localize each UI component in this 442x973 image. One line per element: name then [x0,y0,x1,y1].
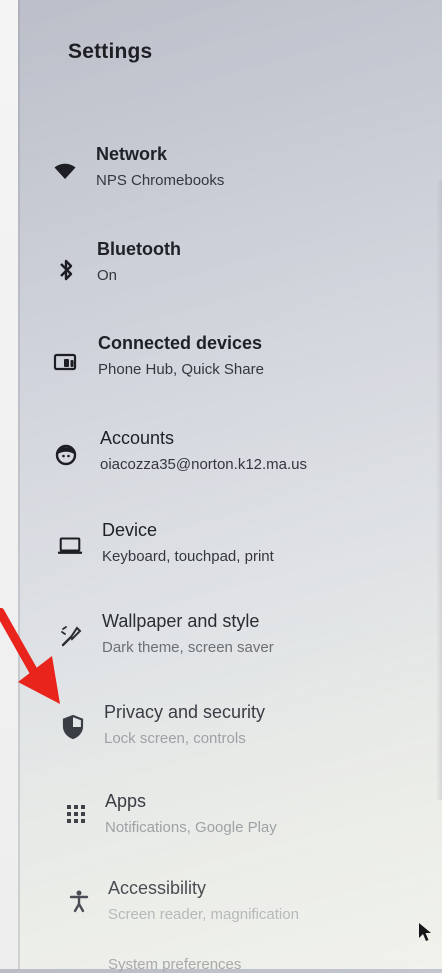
item-label: Connected devices [98,333,263,353]
item-sublabel: NPS Chromebooks [96,172,225,189]
item-label: Bluetooth [97,239,181,259]
settings-item-accounts[interactable]: Accounts oiacozza35@norton.k12.ma.us [0,426,440,496]
item-label: Accessibility [108,878,207,898]
item-sublabel: Lock screen, controls [104,730,246,747]
settings-item-accessibility[interactable]: Accessibility Screen reader, magnificati… [0,876,440,946]
settings-item-partial[interactable]: System preferences [108,956,241,973]
settings-item-network[interactable]: Network NPS Chromebooks [0,142,440,212]
page-title: Settings [68,40,153,63]
mouse-cursor-icon [419,923,431,941]
connected-devices-icon [53,349,79,375]
item-label: Accounts [100,428,175,448]
red-arrow-annotation [0,608,60,704]
item-sublabel: oiacozza35@norton.k12.ma.us [100,456,308,473]
item-sublabel: Keyboard, touchpad, print [102,548,274,565]
settings-item-apps[interactable]: Apps Notifications, Google Play [0,789,440,859]
item-label: Device [102,520,158,540]
item-sublabel: Screen reader, magnification [108,906,299,923]
item-sublabel: Dark theme, screen saver [102,639,274,656]
item-label: Privacy and security [104,702,266,722]
item-sublabel: Phone Hub, Quick Share [98,361,264,378]
settings-item-bluetooth[interactable]: Bluetooth On [0,237,440,307]
wifi-icon [52,158,78,184]
item-label: Network [96,144,168,164]
account-icon [53,442,79,468]
settings-item-connected-devices[interactable]: Connected devices Phone Hub, Quick Share [0,331,440,401]
bluetooth-icon [53,257,79,283]
item-sublabel: On [97,267,118,284]
apps-grid-icon [63,801,89,827]
settings-item-device[interactable]: Device Keyboard, touchpad, print [0,518,440,588]
laptop-icon [57,532,83,558]
item-sublabel: Notifications, Google Play [105,819,277,836]
item-label: Wallpaper and style [102,611,260,631]
item-label: Apps [105,791,147,811]
accessibility-icon [66,888,92,914]
